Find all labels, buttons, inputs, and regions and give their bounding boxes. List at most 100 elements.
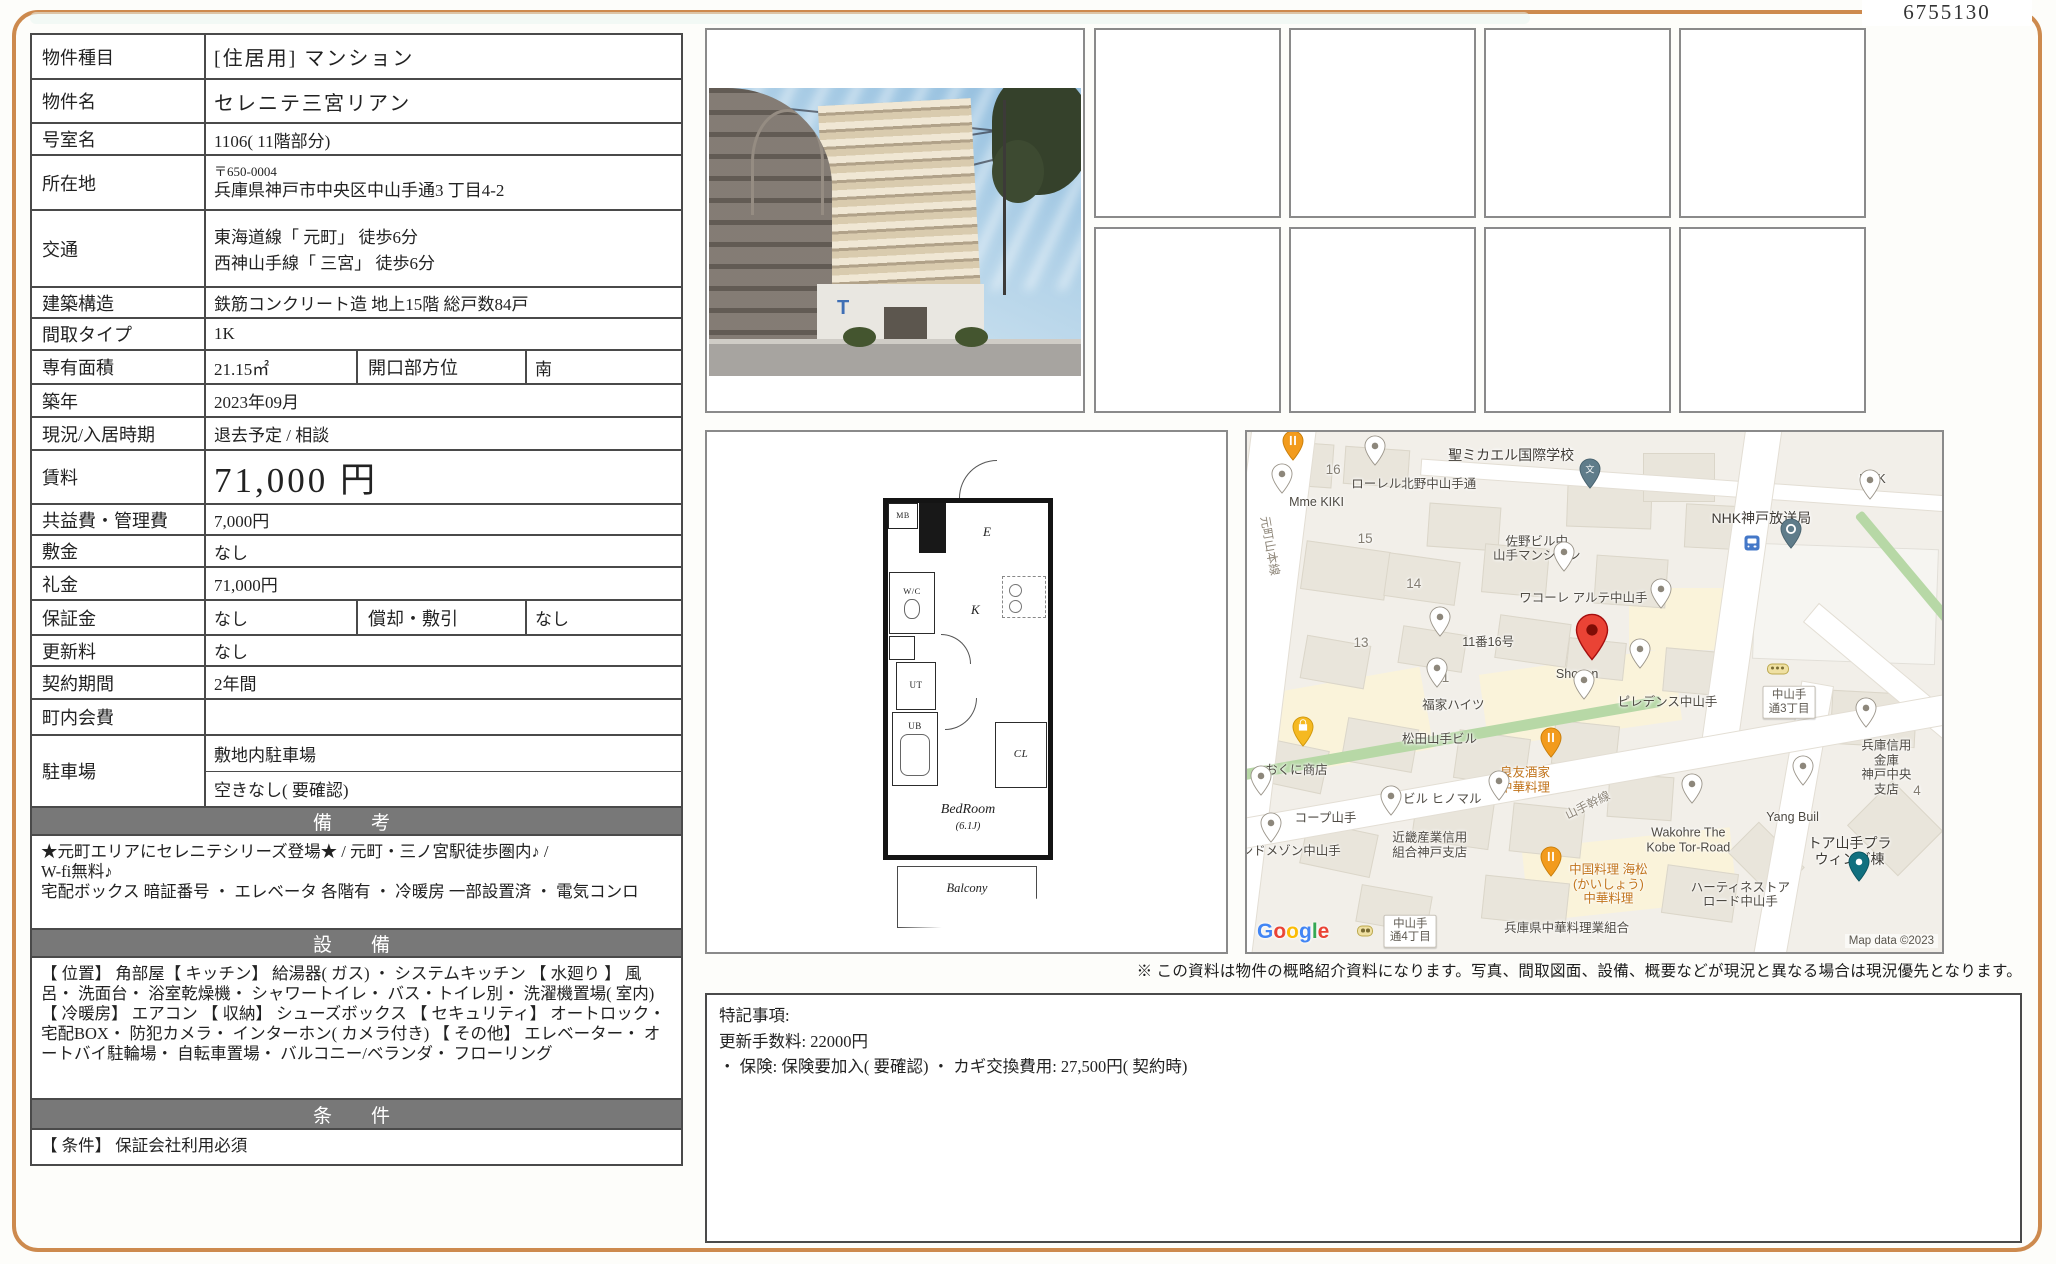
google-logo: Google [1257, 920, 1329, 944]
table-row: 築年2023年09月 [32, 385, 681, 418]
row-value: 〒650-0004兵庫県神戸市中央区中山手通3 丁目4-2 [206, 156, 681, 209]
map-label: 福家ハイツ [1422, 698, 1484, 712]
toilet-room: W/C [889, 572, 935, 634]
svg-text:文: 文 [1585, 464, 1594, 475]
mb-box: MB [888, 503, 918, 529]
section-header-row: 備 考 [32, 808, 681, 836]
special-notes-box: 特記事項: 更新手数料: 22000円 ・ 保険: 保険要加入( 要確認) ・ … [705, 993, 2022, 1243]
map-pin-gen [1553, 541, 1575, 572]
disclaimer-note: ※ この資料は物件の概略紹介資料になります。写真、間取図面、設備、概要などが現況… [700, 959, 2022, 981]
map-label: 14 [1406, 576, 1421, 592]
map-label: 山手幹線 [1563, 790, 1612, 823]
row-label: 更新料 [32, 636, 206, 665]
map-label: 聖ミカエル国際学校 [1448, 447, 1574, 463]
table-row: 号室名1106( 11階部分) [32, 124, 681, 156]
photo-placeholder-5 [1094, 227, 1281, 413]
row-value: なし [206, 601, 358, 634]
kitchen-label: K [971, 602, 980, 618]
table-row: 【 条件】 保証会社利用必須 [32, 1130, 681, 1164]
map-pin-gen [1429, 606, 1451, 637]
table-row: ★元町エリアにセレニテシリーズ登場★ / 元町・三ノ宮駅徒歩圏内♪ /W-fi無… [32, 836, 681, 930]
map-label: Mme KIKI [1289, 495, 1344, 509]
map-pin-gen [1859, 469, 1881, 500]
map-label: ピレデンス中山手 [1618, 695, 1718, 709]
row-label: 号室名 [32, 124, 206, 154]
map-label: Yang Buil [1766, 810, 1819, 824]
table-row: 契約期間2年間 [32, 667, 681, 700]
special-notes-line: 特記事項: [719, 1003, 2008, 1029]
row-label-2: 償却・敷引 [358, 601, 527, 634]
photo-placeholder-2 [1289, 28, 1476, 218]
closet: CL [995, 722, 1047, 788]
floor-plan-box: MB E W/C K UT UB CL BedRoom(6.1J) Balcon… [705, 430, 1228, 954]
row-value: 71,000 円 [206, 451, 681, 503]
photo-placeholder-8 [1679, 227, 1866, 413]
table-row: 駐車場敷地内駐車場空きなし( 要確認) [32, 736, 681, 808]
floor-plan: MB E W/C K UT UB CL BedRoom(6.1J) Balcon… [883, 484, 1053, 932]
map-label: 近畿産業信用 組合神戸支店 [1392, 831, 1467, 860]
map-label: コープ山手 [1295, 811, 1357, 825]
table-row: 間取タイプ1K [32, 319, 681, 351]
row-value: 2年間 [206, 667, 681, 698]
row-value: セレニテ三宮リアン [206, 80, 681, 122]
table-row: 保証金なし償却・敷引なし [32, 601, 681, 636]
map-pin-school: 文 [1579, 458, 1601, 489]
map-label: おくに商店 [1265, 763, 1328, 777]
section-header: 設 備 [32, 930, 681, 956]
row-label: 駐車場 [32, 736, 206, 806]
row-value: 東海道線「 元町」 徒歩6分西神山手線「 三宮」 徒歩6分 [206, 211, 681, 286]
row-value-2: 南 [527, 351, 681, 383]
traffic-light-icon [1767, 663, 1789, 674]
row-label: 建築構造 [32, 288, 206, 317]
map-label: 兵庫信用金庫 神戸中央支店 [1859, 739, 1915, 797]
row-label: 交通 [32, 211, 206, 286]
photo-placeholder-6 [1289, 227, 1476, 413]
map-label: ワコーレ アルテ中山手 [1519, 591, 1647, 605]
map-pin-red-property-location [1575, 613, 1609, 661]
tree [992, 140, 1044, 203]
photo-placeholder-7 [1484, 227, 1671, 413]
row-value: 7,000円 [206, 505, 681, 534]
map-pin-gen [1250, 765, 1272, 796]
table-row: 共益費・管理費7,000円 [32, 505, 681, 536]
street [709, 344, 1081, 376]
bathroom: UB [892, 712, 938, 786]
map-pin-gen [1792, 755, 1814, 786]
row-value: なし [206, 636, 681, 665]
table-row: 建築構造鉄筋コンクリート造 地上15階 総戸数84戸 [32, 288, 681, 319]
map-pin-gen [1629, 638, 1651, 669]
map-pin-gen [1260, 812, 1282, 843]
section-body: 【 位置】 角部屋【 キッチン】 給湯器( ガス) ・ システムキッチン 【 水… [32, 958, 681, 1098]
building-photo: T [709, 88, 1081, 376]
row-label: 物件名 [32, 80, 206, 122]
map-pin-gen [1650, 578, 1672, 609]
row-value: 1106( 11階部分) [206, 124, 681, 154]
shrub [955, 327, 988, 347]
row-label: 間取タイプ [32, 319, 206, 349]
map-label: 兵庫県中華料理業組合 [1504, 920, 1629, 934]
map-attribution: Map data ©2023 [1845, 934, 1938, 948]
row-label: 共益費・管理費 [32, 505, 206, 534]
utility-room: UT [896, 662, 936, 710]
map-label: ビル ヒノマル [1403, 791, 1481, 805]
table-row: 賃料71,000 円 [32, 451, 681, 505]
table-row: 【 位置】 角部屋【 キッチン】 給湯器( ガス) ・ システムキッチン 【 水… [32, 958, 681, 1100]
table-row: 交通東海道線「 元町」 徒歩6分西神山手線「 三宮」 徒歩6分 [32, 211, 681, 288]
building-logo-t: T [837, 297, 849, 320]
row-label: 敷金 [32, 536, 206, 566]
burner-icon [1009, 584, 1022, 597]
table-row: 専有面積21.15㎡開口部方位南 [32, 351, 681, 385]
map-pin-gen [1855, 697, 1877, 728]
bathtub-icon [900, 734, 930, 776]
table-row: 物件名セレニテ三宮リアン [32, 80, 681, 124]
map-pin-gen [1426, 657, 1448, 688]
map-pin-gen [1380, 785, 1402, 816]
map-pin-gen [1271, 463, 1293, 494]
map-label: 松田山手ビル [1402, 732, 1477, 746]
map-pin-slate [1780, 518, 1802, 549]
row-value [206, 700, 681, 734]
table-row: 更新料なし [32, 636, 681, 667]
special-notes-line: 更新手数料: 22000円 [719, 1029, 2008, 1055]
table-row: 礼金71,000円 [32, 568, 681, 601]
map-pin-gen [1573, 669, 1595, 700]
